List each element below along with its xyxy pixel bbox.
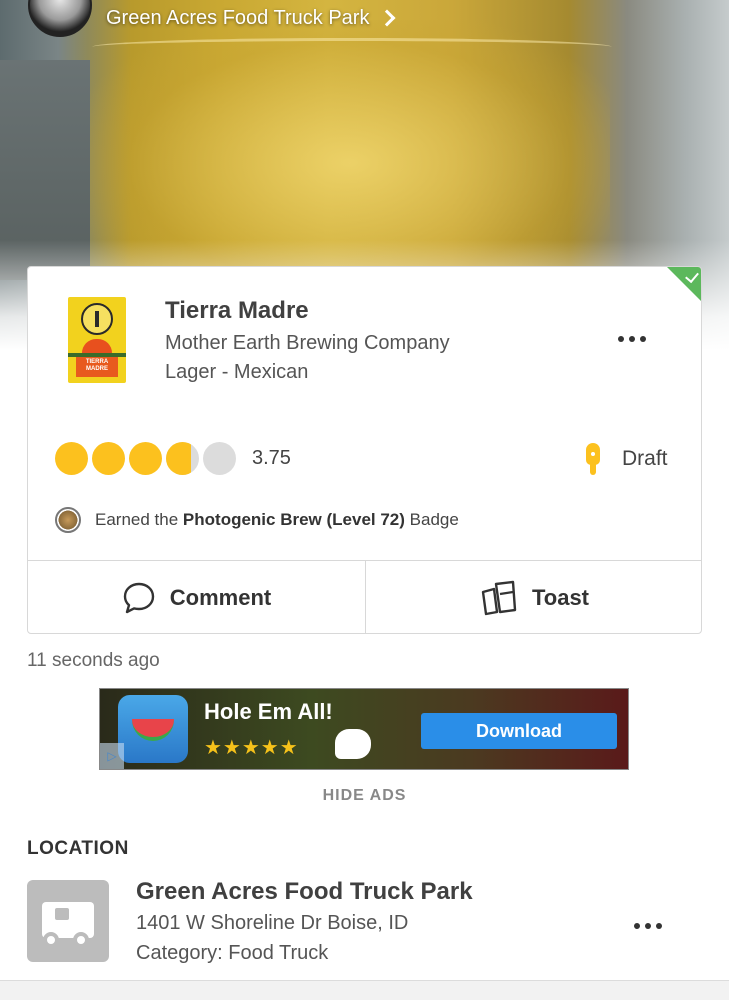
rating-caps: 3.75 [55,442,291,475]
location-category: Category: Food Truck [136,942,329,964]
comment-button[interactable]: Comment [28,561,365,633]
rating-cap-icon [203,442,236,475]
checkin-timestamp: 11 seconds ago [27,650,160,671]
comment-icon [123,582,154,614]
rating-cap-icon [55,442,88,475]
label-sun [82,339,112,353]
more-dot [640,336,646,342]
draft-handle [590,464,596,475]
checkin-actions: Comment Toast [28,560,701,633]
rating-cap-icon [129,442,162,475]
serving-style: Draft [586,443,668,475]
location-venue-row[interactable]: Green Acres Food Truck Park 1401 W Shore… [27,878,702,970]
location-address: 1401 W Shoreline Dr Boise, ID [136,912,409,934]
food-truck-icon [27,880,109,962]
truck-window [55,908,69,920]
rating-cap-icon [92,442,125,475]
location-section-title: LOCATION [27,838,129,859]
location-more-button[interactable] [634,916,674,936]
beer-name[interactable]: Tierra Madre [165,297,309,325]
location-venue-name[interactable]: Green Acres Food Truck Park [136,878,473,906]
beer-label-image[interactable]: TIERRA MADRE [68,297,126,383]
venue-header-name[interactable]: Green Acres Food Truck Park [106,7,369,30]
venue-header-link[interactable]: Green Acres Food Truck Park [28,0,396,38]
badge-prefix: Earned the [95,510,179,529]
beer-style: Lager - Mexican [165,361,309,383]
comment-label: Comment [169,585,272,610]
ad-download-button[interactable]: Download [421,713,617,749]
more-dot [645,923,651,929]
user-avatar[interactable] [28,0,92,37]
draft-icon [586,443,600,475]
ad-star-rating: ★★★★★ [204,737,299,759]
more-dot [629,336,635,342]
pointing-hand-icon [335,729,371,759]
ad-app-icon[interactable] [118,695,188,763]
ad-choices-icon[interactable]: ▷ [100,743,124,769]
ad-banner[interactable]: Hole Em All! ★★★★★ Download ▷ [99,688,629,770]
chevron-right-icon [378,9,396,27]
badge-suffix: Badge [409,510,459,529]
more-dot [634,923,640,929]
checkin-card: TIERRA MADRE Tierra Madre Mother Earth B… [27,266,702,634]
label-name-band: TIERRA MADRE [76,357,118,377]
toast-label: Toast [531,585,590,610]
toast-button[interactable]: Toast [365,561,701,633]
rating-cap-icon [166,442,199,475]
brewery-name[interactable]: Mother Earth Brewing Company [165,332,450,355]
bottom-strip [0,981,729,1000]
truck-wheel [73,932,89,948]
serving-label: Draft [622,447,668,470]
hide-ads-button[interactable]: HIDE ADS [0,787,729,805]
checkin-more-button[interactable] [618,329,658,349]
badge-icon [55,507,81,533]
truck-wheel [43,932,59,948]
photo-glass-rim [92,38,612,56]
more-dot [618,336,624,342]
earned-badge-row[interactable]: Earned the Photogenic Brew (Level 72) Ba… [55,507,459,533]
toast-icon [481,580,517,616]
badge-name: Photogenic Brew (Level 72) [182,510,405,529]
rating-caps-group [55,442,240,475]
draft-glass-dot [591,452,595,456]
rating-cap-fill [166,442,191,475]
label-emblem [81,303,113,335]
ad-title[interactable]: Hole Em All! [204,699,333,725]
watermelon-icon [132,719,174,741]
more-dot [656,923,662,929]
rating-value: 3.75 [252,447,291,469]
